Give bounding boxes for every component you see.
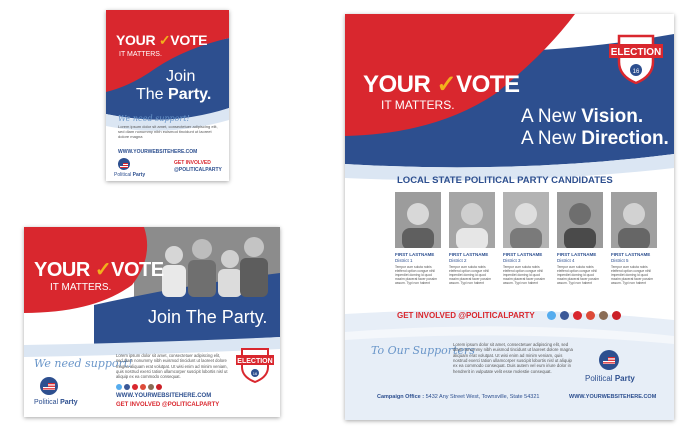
small-flyer-cta-2[interactable]: @POLITICALPARTY: [174, 167, 222, 173]
candidates-section-title: LOCAL STATE POLITICAL PARTY CANDIDATES: [397, 175, 613, 186]
candidate-district: District 3: [503, 258, 521, 263]
facebook-icon[interactable]: [124, 384, 130, 390]
campaign-office: Campaign Office : 5432 Any Street West, …: [377, 394, 539, 400]
google-plus-icon[interactable]: [586, 311, 595, 320]
twitter-icon[interactable]: [116, 384, 122, 390]
supporters-body: Lorem ipsum dolor sit amet, consectetuer…: [453, 342, 573, 374]
org-light: Political: [114, 172, 132, 178]
banner-website[interactable]: WWW.YOURWEBSITEHERE.COM: [116, 393, 211, 399]
candidate-name: FIRST LASTNAME: [557, 252, 597, 257]
candidate-bio: Tempor cum soluta nobis eleifend option …: [395, 265, 437, 286]
main-flyer-headline-2: A New Direction.: [521, 128, 669, 150]
main-flyer-org-name: Political Party: [585, 374, 635, 383]
logo-your-text: YOUR: [116, 32, 156, 48]
small-flyer-support-heading: We need support!: [118, 114, 190, 123]
candidate-bio: Tempor cum soluta nobis eleifend option …: [449, 265, 491, 286]
headline-bold: Direction.: [581, 128, 669, 149]
pinterest-icon[interactable]: [612, 311, 621, 320]
headline-light: A New: [521, 128, 576, 149]
volunteers-photo: [162, 237, 268, 297]
main-flyer-logo: YOUR ✓VOTE: [363, 70, 520, 99]
election-badge-text: ELECTION: [611, 47, 662, 58]
campaign-address: 5432 Any Street West, Townsville, State …: [425, 394, 540, 400]
main-flyer-website[interactable]: WWW.YOURWEBSITEHERE.COM: [569, 394, 656, 400]
logo-vote-text: VOTE: [170, 32, 208, 48]
small-flyer-org-name: Political Party: [114, 172, 145, 178]
headline-light: A New: [521, 106, 576, 127]
banner-org-name: Political Party: [34, 399, 78, 406]
checkmark-icon: ✓: [436, 71, 457, 98]
pinterest-icon[interactable]: [156, 384, 162, 390]
banner-logo: YOUR ✓VOTE: [34, 257, 164, 282]
candidate-bio: Tempor cum soluta nobis eleifend option …: [557, 265, 599, 286]
flag-icon: [118, 158, 130, 170]
banner-cta[interactable]: GET INVOLVED @POLITICALPARTY: [116, 402, 219, 408]
badge-year-text: 16: [253, 371, 258, 376]
banner-social-icons: [116, 384, 162, 390]
candidate-name: FIRST LASTNAME: [395, 252, 435, 257]
twitter-icon[interactable]: [547, 311, 556, 320]
org-bold: Party: [614, 374, 635, 383]
logo-vote-text: VOTE: [111, 259, 164, 281]
small-flyer-body: Lorem ipsum dolor sit amet, consectetuer…: [118, 124, 218, 139]
banner-ad: YOUR ✓VOTE IT MATTERS. Join The Party. W…: [24, 227, 280, 417]
org-bold: Party: [60, 399, 78, 406]
candidate-name: FIRST LASTNAME: [449, 252, 489, 257]
main-flyer-cta[interactable]: GET INVOLVED @POLITICALPARTY: [397, 311, 535, 320]
small-flyer-website[interactable]: WWW.YOURWEBSITEHERE.COM: [118, 149, 197, 155]
flag-icon: [40, 377, 58, 395]
main-flyer-social-icons: [547, 311, 621, 320]
youtube-icon[interactable]: [132, 384, 138, 390]
candidate-bio: Tempor cum soluta nobis eleifend option …: [503, 265, 545, 286]
small-flyer-logo: YOUR ✓VOTE: [116, 32, 208, 49]
facebook-icon[interactable]: [560, 311, 569, 320]
candidate-photo: [449, 192, 495, 248]
main-flyer-tagline: IT MATTERS.: [381, 98, 455, 112]
small-flyer-headline-1: Join: [166, 68, 196, 85]
candidate-list: FIRST LASTNAME District 1 Tempor cum sol…: [395, 192, 657, 304]
instagram-icon[interactable]: [148, 384, 154, 390]
candidate-district: District 2: [449, 258, 467, 263]
banner-headline: Join The Party.: [148, 307, 268, 327]
candidate-district: District 5: [611, 258, 629, 263]
headline-bold: Vision.: [581, 106, 644, 127]
org-light: Political: [585, 374, 613, 383]
badge-year-text: 16: [633, 69, 640, 75]
small-flyer-tagline: IT MATTERS.: [119, 51, 162, 58]
checkmark-icon: ✓: [158, 32, 171, 48]
banner-body: Lorem ipsum dolor sit amet, consectetuer…: [116, 353, 228, 379]
banner-tagline: IT MATTERS.: [50, 282, 112, 293]
google-plus-icon[interactable]: [140, 384, 146, 390]
headline-bold: Party.: [168, 86, 212, 103]
flag-icon: [599, 350, 619, 370]
small-flyer: YOUR ✓VOTE IT MATTERS. Join The Party. W…: [106, 10, 229, 181]
candidate-name: FIRST LASTNAME: [611, 252, 651, 257]
candidate-name: FIRST LASTNAME: [503, 252, 543, 257]
election-badge-icon: ELECTION 16: [236, 348, 274, 383]
main-flyer-headline-1: A New Vision.: [521, 106, 643, 128]
candidate-photo: [557, 192, 603, 248]
candidate-district: District 4: [557, 258, 575, 263]
election-badge-icon: ELECTION 16: [609, 34, 663, 84]
logo-your-text: YOUR: [34, 259, 90, 281]
checkmark-icon: ✓: [94, 259, 112, 281]
logo-your-text: YOUR: [363, 71, 431, 98]
org-light: Political: [34, 399, 59, 406]
instagram-icon[interactable]: [599, 311, 608, 320]
candidate-photo: [611, 192, 657, 248]
campaign-label: Campaign Office :: [377, 394, 425, 400]
org-bold: Party: [132, 172, 146, 178]
candidate-district: District 1: [395, 258, 413, 263]
logo-vote-text: VOTE: [456, 71, 520, 98]
election-badge-text: ELECTION: [237, 358, 272, 365]
candidate-photo: [503, 192, 549, 248]
small-flyer-cta-1[interactable]: GET INVOLVED: [174, 160, 211, 166]
main-flyer: YOUR ✓VOTE IT MATTERS. ELECTION 16 A New…: [345, 14, 674, 420]
youtube-icon[interactable]: [573, 311, 582, 320]
small-flyer-headline-2: The Party.: [136, 86, 211, 104]
headline-light: The: [136, 86, 164, 103]
candidate-photo: [395, 192, 441, 248]
candidate-bio: Tempor cum soluta nobis eleifend option …: [611, 265, 653, 286]
